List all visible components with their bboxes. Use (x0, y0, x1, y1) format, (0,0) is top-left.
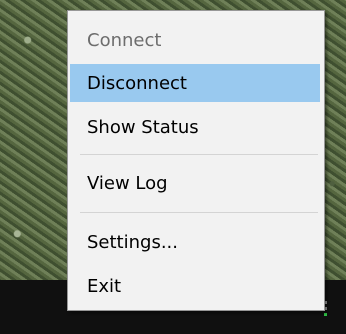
menu-item-show-status[interactable]: Show Status (70, 108, 320, 146)
menu-item-settings[interactable]: Settings... (70, 223, 320, 261)
tray-status-dot (323, 313, 327, 316)
menu-item-connect: Connect (87, 29, 162, 51)
menu-separator (80, 212, 318, 213)
menu-item-exit[interactable]: Exit (70, 267, 320, 305)
menu-item-view-log[interactable]: View Log (70, 164, 320, 202)
tray-context-menu: Connect Disconnect Show Status View Log … (67, 10, 325, 311)
menu-item-disconnect[interactable]: Disconnect (70, 64, 320, 102)
menu-separator (80, 154, 318, 155)
